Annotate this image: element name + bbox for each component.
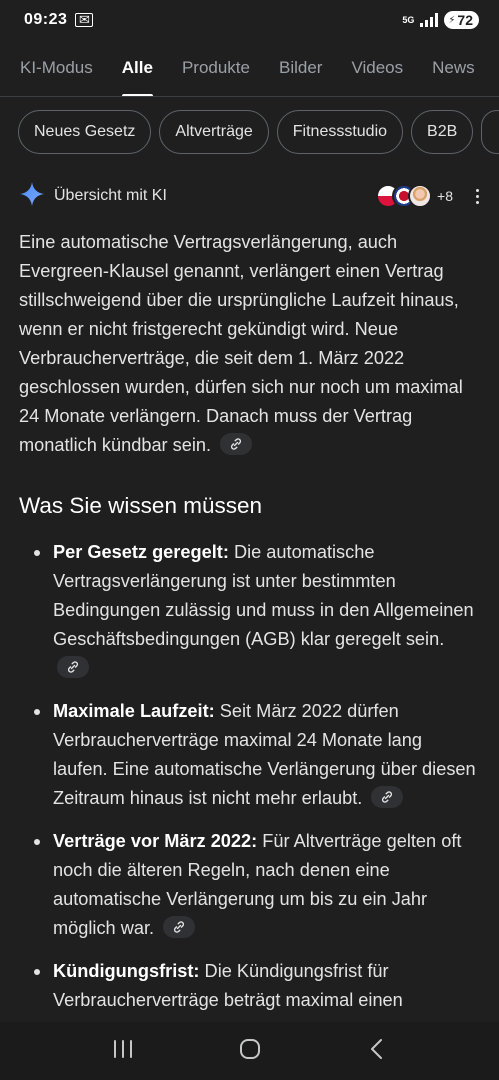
list-item: Kündigungsfrist: Die Kündigungsfrist für…: [19, 957, 481, 1015]
ai-overview-title: Übersicht mit KI: [54, 187, 167, 204]
list-item-term: Per Gesetz geregelt:: [53, 542, 229, 562]
recent-apps-icon[interactable]: [112, 1039, 134, 1064]
tab-videos[interactable]: Videos: [351, 40, 403, 96]
status-bar: 09:23 ✉ 5G ⚡ 72: [0, 0, 499, 40]
chip-fitnessstudio[interactable]: Fitnessstudio: [276, 110, 404, 154]
chip-partial[interactable]: [481, 110, 499, 154]
tab-alle[interactable]: Alle: [121, 40, 154, 96]
status-time: 09:23: [24, 11, 68, 28]
system-navigation-bar: [0, 1022, 499, 1080]
tab-produkte[interactable]: Produkte: [182, 40, 250, 96]
source-avatars[interactable]: +8: [376, 184, 453, 208]
list-item-term: Kündigungsfrist:: [53, 961, 200, 981]
tab-news[interactable]: News: [432, 40, 475, 96]
battery-icon: ⚡: [448, 14, 456, 26]
sources-more-count: +8: [437, 188, 453, 204]
chip-neues-gesetz[interactable]: Neues Gesetz: [18, 110, 152, 154]
back-icon[interactable]: [367, 1037, 387, 1066]
intro-text: Eine automatische Vertragsverlängerung, …: [19, 232, 463, 455]
list-item: Maximale Laufzeit: Seit März 2022 dürfen…: [19, 697, 481, 813]
home-icon[interactable]: [238, 1037, 262, 1066]
chip-b2b[interactable]: B2B: [411, 110, 474, 154]
list-item-term: Verträge vor März 2022:: [53, 831, 258, 851]
source-link-icon[interactable]: [220, 433, 253, 456]
tab-bilder[interactable]: Bilder: [279, 40, 322, 96]
tab-ki-modus[interactable]: KI-Modus: [20, 40, 93, 96]
search-tabs: KI-Modus Alle Produkte Bilder Videos New…: [0, 40, 499, 97]
list-item-term: Maximale Laufzeit:: [53, 701, 215, 721]
list-item: Per Gesetz geregelt: Die automatische Ve…: [19, 538, 481, 683]
facts-list: Per Gesetz geregelt: Die automatische Ve…: [19, 538, 481, 1015]
network-type: 5G: [402, 14, 415, 25]
list-item: Verträge vor März 2022: Für Altverträge …: [19, 827, 481, 943]
refinement-chips: Neues Gesetz Altverträge Fitnessstudio B…: [18, 110, 499, 154]
section-heading: Was Sie wissen müssen: [19, 493, 262, 518]
notification-icon: ✉: [75, 12, 94, 27]
ai-overview-intro: Eine automatische Vertragsverlängerung, …: [19, 228, 481, 460]
more-options-icon[interactable]: [473, 188, 481, 204]
source-link-icon[interactable]: [371, 786, 404, 809]
battery-level: 72: [457, 12, 473, 28]
source-avatar-3: [408, 184, 433, 208]
source-link-icon[interactable]: [163, 916, 196, 939]
gemini-sparkle-icon: [19, 181, 45, 212]
chip-altvertraege[interactable]: Altverträge: [159, 110, 269, 154]
ai-overview-header: Übersicht mit KI +8: [19, 178, 481, 214]
battery-indicator: ⚡ 72: [444, 11, 479, 29]
signal-icon: [420, 13, 439, 27]
source-link-icon[interactable]: [57, 656, 89, 679]
ai-overview-content: Eine automatische Vertragsverlängerung, …: [19, 228, 481, 1029]
status-icons: 5G ⚡ 72: [402, 11, 479, 29]
